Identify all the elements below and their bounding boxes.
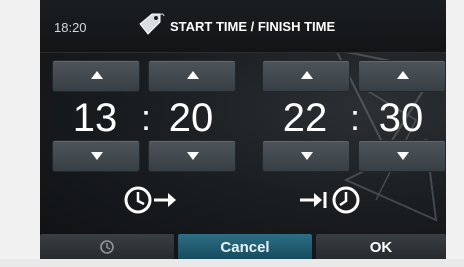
ok-button[interactable]: OK	[316, 234, 446, 260]
finish-hours-down-button[interactable]	[262, 140, 350, 172]
footer-bar: Cancel OK	[40, 234, 446, 260]
start-hours-value: 13	[72, 96, 118, 140]
finish-hours-value: 22	[282, 96, 328, 140]
bottom-border	[0, 259, 464, 267]
right-border	[446, 0, 464, 267]
cancel-button[interactable]: Cancel	[178, 234, 312, 260]
finish-minutes-down-button[interactable]	[358, 140, 446, 172]
finish-minutes-up-button[interactable]	[358, 60, 446, 92]
page-title: START TIME / FINISH TIME	[170, 19, 336, 34]
arrow-down-icon	[187, 152, 199, 160]
start-minutes-value: 20	[168, 96, 214, 140]
arrow-up-icon	[397, 71, 409, 79]
finish-minutes-value: 30	[378, 96, 424, 140]
arrow-up-icon	[91, 71, 103, 79]
clock-icon	[100, 240, 114, 254]
clock-arrow-out-icon	[124, 186, 176, 214]
finish-hours-up-button[interactable]	[262, 60, 350, 92]
arrow-down-icon	[91, 152, 103, 160]
start-hours-up-button[interactable]	[52, 60, 140, 92]
start-minutes-up-button[interactable]	[148, 60, 236, 92]
clock-time: 18:20	[54, 20, 87, 35]
price-tag-icon	[139, 13, 165, 35]
clock-button[interactable]	[40, 234, 174, 260]
arrow-up-icon	[187, 71, 199, 79]
arrow-down-icon	[301, 152, 313, 160]
arrow-in-clock-icon	[300, 186, 360, 214]
start-minutes-down-button[interactable]	[148, 140, 236, 172]
screen: 18:20 START TIME / FINISH TIME 13 : 20 2…	[0, 0, 464, 267]
start-hours-down-button[interactable]	[52, 140, 140, 172]
arrow-down-icon	[397, 152, 409, 160]
arrow-up-icon	[301, 71, 313, 79]
left-border	[0, 0, 40, 267]
